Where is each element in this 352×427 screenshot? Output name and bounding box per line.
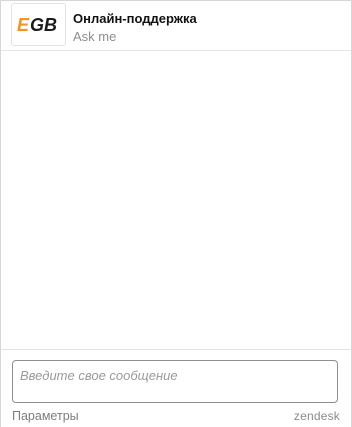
chat-header: E GB Онлайн-поддержка Ask me — [1, 1, 351, 51]
message-input[interactable] — [12, 360, 338, 403]
header-title: Онлайн-поддержка — [73, 11, 197, 26]
composer: Параметры zendesk — [1, 349, 351, 427]
message-list — [1, 51, 351, 348]
svg-text:E: E — [17, 16, 30, 34]
chat-widget: E GB Онлайн-поддержка Ask me Параметры z… — [0, 0, 352, 427]
zendesk-brand-link[interactable]: zendesk — [294, 409, 340, 423]
header-subtitle: Ask me — [73, 29, 117, 44]
egb-logo: E GB — [11, 3, 66, 46]
settings-link[interactable]: Параметры — [12, 409, 79, 423]
svg-text:GB: GB — [30, 16, 57, 34]
egb-logo-icon: E GB — [17, 16, 57, 34]
